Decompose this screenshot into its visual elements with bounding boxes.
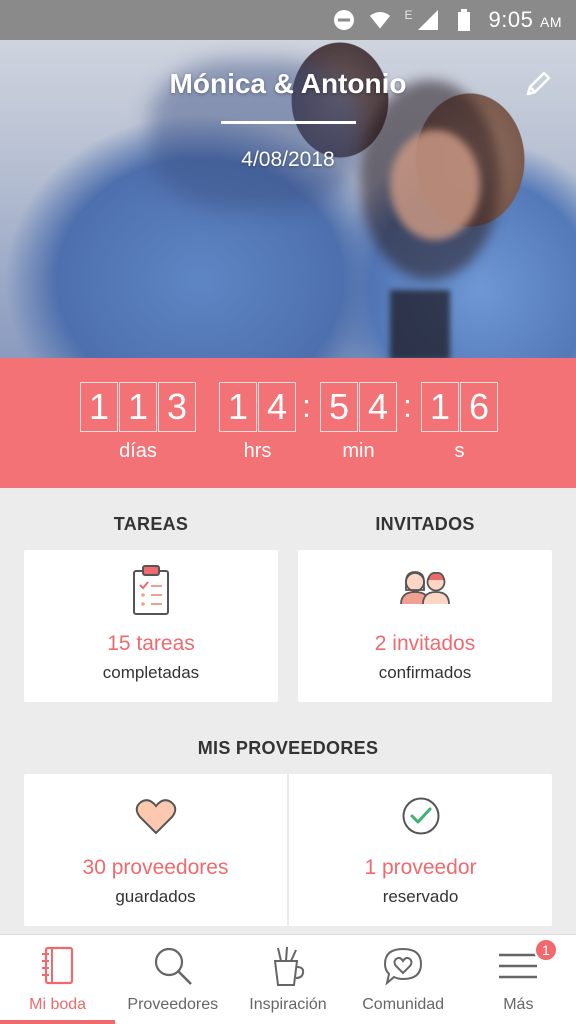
guests-card[interactable]: 2 invitados confirmados [298, 550, 552, 702]
tasks-card[interactable]: 15 tareas completadas [24, 550, 278, 702]
cup-icon [270, 945, 306, 992]
tab-label: Inspiración [249, 996, 327, 1013]
notification-badge: 1 [533, 938, 558, 962]
saved-vendors-card[interactable]: 30 proveedores guardados [24, 774, 287, 926]
time-separator: : [302, 388, 311, 424]
tab-label: Comunidad [362, 996, 445, 1013]
tasks-count: 15 tareas [107, 632, 195, 655]
seconds-digits: 1 6 [421, 382, 499, 432]
edit-pencil-icon[interactable] [524, 68, 554, 98]
minutes-label: min [342, 440, 375, 462]
hours-digits: 1 4 [219, 382, 297, 432]
tab-comunidad[interactable]: Comunidad [346, 935, 461, 1024]
check-circle-icon [401, 796, 441, 841]
title-underline [221, 121, 356, 124]
time-separator: : [403, 388, 412, 424]
days-digits: 1 1 3 [80, 382, 197, 432]
hours-digit: 1 [219, 382, 257, 432]
days-digit: 1 [80, 382, 118, 432]
days-digit: 3 [158, 382, 196, 432]
tab-label: Mi boda [29, 996, 87, 1013]
hours-label: hrs [243, 440, 272, 462]
wifi-icon [369, 9, 391, 31]
vendors-heading: MIS PROVEEDORES [197, 738, 379, 758]
hours-digit: 4 [258, 382, 296, 432]
couple-avatars-icon [398, 570, 452, 611]
battery-icon [453, 9, 475, 31]
menu-icon [497, 945, 539, 992]
tab-label: Proveedores [127, 996, 219, 1013]
booked-vendors-card[interactable]: 1 proveedor reservado [289, 774, 552, 926]
guests-heading: INVITADOS [375, 514, 475, 534]
search-icon [152, 945, 194, 992]
cell-signal-icon [417, 9, 439, 31]
network-type-label: E [404, 8, 413, 22]
days-digit: 1 [119, 382, 157, 432]
tab-label: Más [503, 996, 534, 1013]
couple-photo-header[interactable]: Mónica & Antonio 4/08/2018 [0, 40, 576, 358]
minutes-digit: 5 [320, 382, 358, 432]
booked-vendors-count: 1 proveedor [364, 856, 477, 879]
guests-caption: confirmados [378, 663, 472, 682]
tab-mi-boda[interactable]: Mi boda [0, 935, 116, 1024]
tasks-heading: TAREAS [113, 514, 189, 534]
seconds-digit: 6 [460, 382, 498, 432]
seconds-digit: 1 [421, 382, 459, 432]
clipboard-checklist-icon [131, 564, 171, 621]
tab-proveedores[interactable]: Proveedores [115, 935, 230, 1024]
do-not-disturb-icon [333, 9, 355, 31]
clock: 9:05 AM [488, 7, 562, 32]
wedding-countdown: 1 1 3 1 4 : 5 4 : 1 6 días hrs min s [0, 358, 576, 488]
minutes-digits: 5 4 [320, 382, 398, 432]
chat-heart-icon [382, 945, 424, 992]
couple-names: Mónica & Antonio [169, 68, 407, 99]
bottom-tab-bar: Mi boda Proveedores Inspiración Comunida… [0, 934, 576, 1024]
heart-icon [135, 798, 177, 841]
saved-vendors-count: 30 proveedores [82, 856, 229, 879]
seconds-label: s [454, 440, 465, 462]
tab-mas[interactable]: Más 1 [461, 935, 576, 1024]
tasks-caption: completadas [102, 663, 200, 682]
saved-vendors-caption: guardados [115, 887, 196, 906]
wedding-date: 4/08/2018 [241, 148, 335, 171]
status-bar: E 9:05 AM [0, 0, 576, 40]
notebook-icon [40, 945, 76, 992]
tab-inspiracion[interactable]: Inspiración [230, 935, 345, 1024]
minutes-digit: 4 [359, 382, 397, 432]
booked-vendors-caption: reservado [382, 887, 459, 906]
days-label: días [119, 440, 157, 462]
guests-count: 2 invitados [374, 632, 476, 655]
